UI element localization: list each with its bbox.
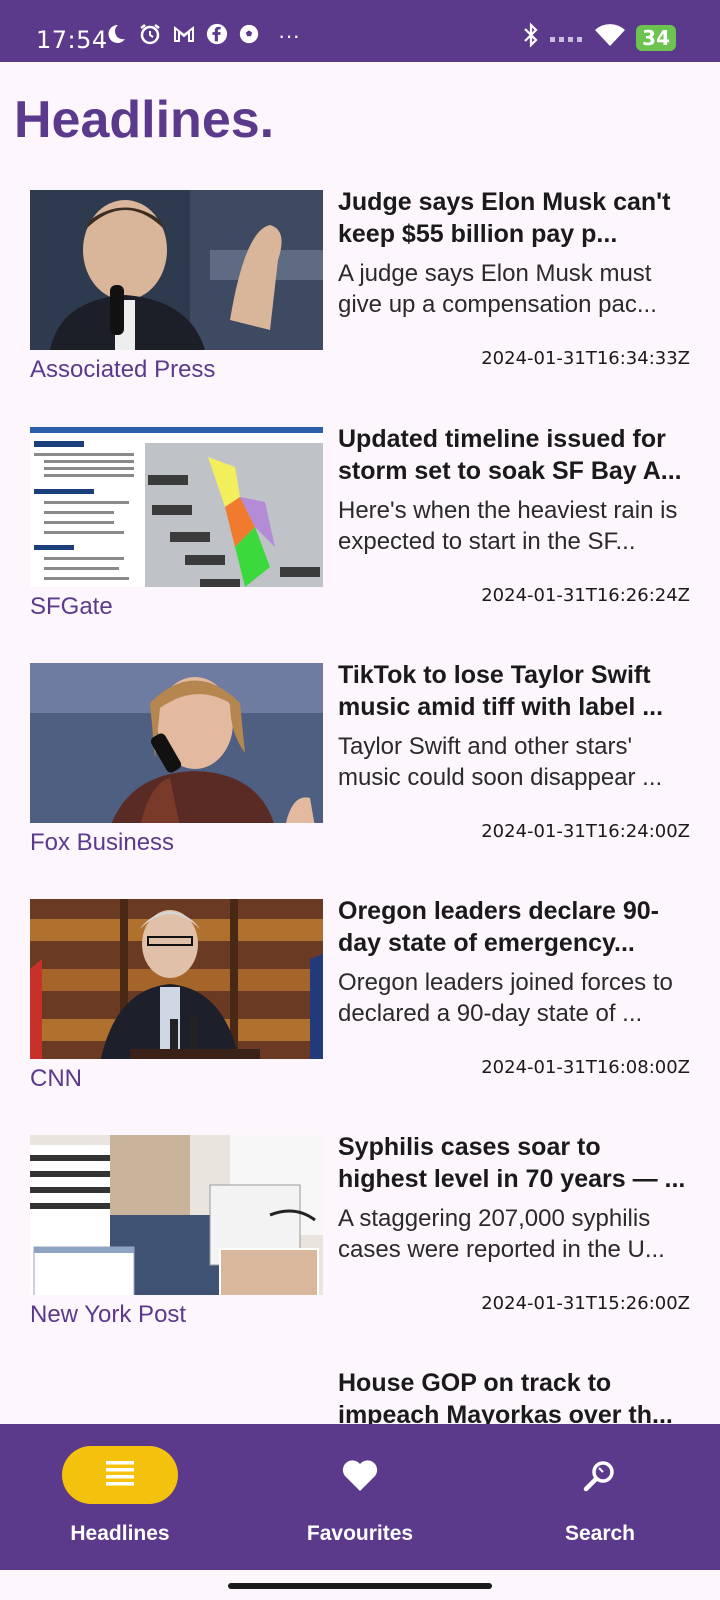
nav-label: Headlines bbox=[70, 1522, 170, 1545]
article-card[interactable]: Updated timeline issued for storm set to… bbox=[0, 423, 720, 659]
gmail-icon bbox=[172, 22, 196, 50]
article-headline[interactable]: House GOP on track to impeach Mayorkas o… bbox=[338, 1367, 694, 1424]
article-headline[interactable]: TikTok to lose Taylor Swift music amid t… bbox=[338, 659, 694, 723]
bluetooth-icon bbox=[522, 22, 540, 53]
list-icon bbox=[0, 1458, 240, 1493]
article-source: New York Post bbox=[30, 1301, 187, 1328]
article-timestamp: 2024-01-31T16:34:33Z bbox=[481, 348, 690, 369]
medical-photo bbox=[30, 1135, 323, 1295]
nav-label: Favourites bbox=[306, 1522, 414, 1545]
article-card[interactable]: Oregon leaders declare 90-day state of e… bbox=[0, 895, 720, 1131]
nav-favourites[interactable]: Favourites bbox=[240, 1424, 480, 1570]
article-timestamp: 2024-01-31T15:26:00Z bbox=[481, 1293, 690, 1314]
article-timestamp: 2024-01-31T16:24:00Z bbox=[481, 821, 690, 842]
article-summary: Taylor Swift and other stars' music coul… bbox=[338, 733, 663, 791]
article-summary: A staggering 207,000 syphilis cases were… bbox=[338, 1205, 665, 1263]
search-icon bbox=[480, 1458, 720, 1499]
article-timestamp: 2024-01-31T16:26:24Z bbox=[481, 585, 690, 606]
soccer-ball-icon bbox=[238, 23, 260, 49]
article-summary: A judge says Elon Musk must give up a co… bbox=[338, 260, 657, 318]
nav-headlines[interactable]: Headlines bbox=[0, 1424, 240, 1570]
nav-label: Search bbox=[564, 1522, 636, 1545]
article-source: CNN bbox=[30, 1065, 82, 1092]
status-bar: 17:54 ··· 34 bbox=[0, 0, 720, 62]
nav-search[interactable]: Search bbox=[480, 1424, 720, 1570]
status-time: 17:54 bbox=[36, 26, 108, 54]
article-source: Associated Press bbox=[30, 356, 216, 383]
article-card[interactable]: House GOP on track to impeach Mayorkas o… bbox=[0, 1367, 720, 1424]
headlines-feed[interactable]: Judge says Elon Musk can't keep $55 bill… bbox=[0, 186, 720, 1424]
article-summary: Here's when the heaviest rain is expecte… bbox=[338, 497, 678, 555]
system-icons: 34 bbox=[522, 22, 676, 53]
wifi-icon bbox=[594, 22, 626, 53]
notification-icons: ··· bbox=[104, 22, 300, 50]
article-headline[interactable]: Oregon leaders declare 90-day state of e… bbox=[338, 895, 694, 959]
article-headline[interactable]: Syphilis cases soar to highest level in … bbox=[338, 1131, 694, 1195]
elon-musk-photo bbox=[30, 190, 323, 350]
facebook-icon bbox=[206, 23, 228, 49]
article-source: Fox Business bbox=[30, 829, 175, 856]
moon-icon bbox=[104, 22, 128, 50]
alarm-icon bbox=[138, 22, 162, 50]
article-source: SFGate bbox=[30, 593, 113, 620]
more-notifications-icon: ··· bbox=[278, 23, 300, 48]
article-timestamp: 2024-01-31T16:08:00Z bbox=[481, 1057, 690, 1078]
article-card[interactable]: Judge says Elon Musk can't keep $55 bill… bbox=[0, 186, 720, 422]
battery-indicator: 34 bbox=[636, 24, 676, 51]
signal-dots-icon bbox=[550, 29, 584, 47]
storm-map-image bbox=[30, 427, 323, 587]
heart-icon bbox=[240, 1458, 480, 1497]
article-headline[interactable]: Updated timeline issued for storm set to… bbox=[338, 423, 694, 487]
article-headline[interactable]: Judge says Elon Musk can't keep $55 bill… bbox=[338, 186, 694, 250]
bottom-navigation: Headlines Favourites Search bbox=[0, 1424, 720, 1570]
taylor-swift-photo bbox=[30, 663, 323, 823]
article-summary: Oregon leaders joined forces to declared… bbox=[338, 969, 673, 1027]
oregon-leader-photo bbox=[30, 899, 323, 1059]
home-indicator[interactable] bbox=[228, 1583, 492, 1589]
article-card[interactable]: Syphilis cases soar to highest level in … bbox=[0, 1131, 720, 1367]
page-title: Headlines. bbox=[14, 91, 275, 149]
gesture-bar-area bbox=[0, 1570, 720, 1600]
article-card[interactable]: TikTok to lose Taylor Swift music amid t… bbox=[0, 659, 720, 895]
